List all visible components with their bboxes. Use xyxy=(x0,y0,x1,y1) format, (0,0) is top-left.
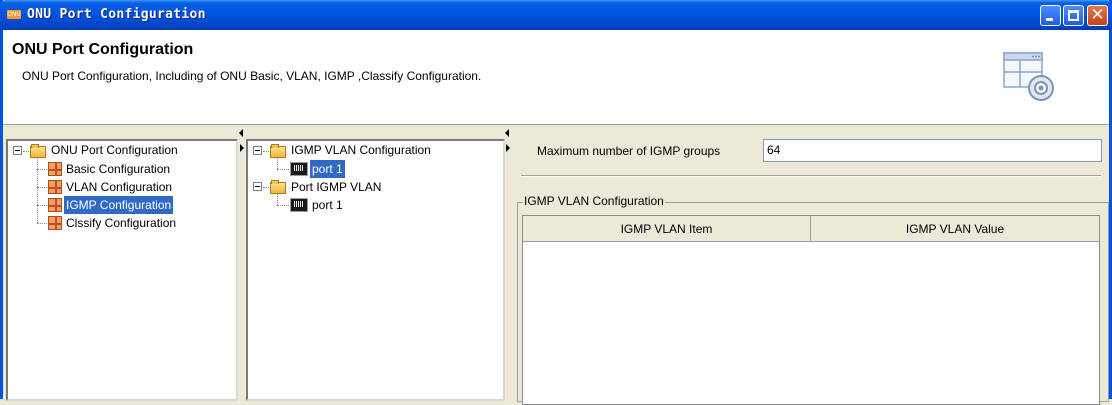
content-area: ONU Port Configuration Basic Configurati… xyxy=(3,127,1109,405)
tree-item-label: port 1 xyxy=(310,160,345,178)
igmp-vlan-table[interactable]: IGMP VLAN Item IGMP VLAN Value xyxy=(522,215,1100,405)
tree-connector xyxy=(277,205,289,206)
igmp-vlan-group-title: IGMP VLAN Configuration xyxy=(523,194,665,208)
maximize-icon xyxy=(1068,10,1079,21)
tree-connector xyxy=(37,205,47,206)
close-button[interactable]: ✕ xyxy=(1087,5,1108,26)
collapse-toggle-icon[interactable] xyxy=(253,182,262,191)
column-header-igmp-vlan-value[interactable]: IGMP VLAN Value xyxy=(811,216,1099,242)
tree-connector xyxy=(263,187,269,188)
folder-open-icon xyxy=(270,180,286,194)
ethernet-port-icon xyxy=(290,162,308,176)
collapse-toggle-icon[interactable] xyxy=(13,146,22,155)
tree-group-label: Port IGMP VLAN xyxy=(291,180,382,194)
splitter-expand-right-icon[interactable] xyxy=(240,144,244,152)
tree-item-label: port 1 xyxy=(312,198,343,212)
tree-group-label: IGMP VLAN Configuration xyxy=(291,143,431,157)
port-tree[interactable]: IGMP VLAN Configuration port 1 Port IGMP… xyxy=(246,139,505,401)
page-title: ONU Port Configuration xyxy=(12,41,194,58)
minimize-button[interactable] xyxy=(1040,5,1061,26)
maximize-button[interactable] xyxy=(1063,5,1084,26)
tree-connector xyxy=(277,157,278,169)
tree-item-label: Basic Configuration xyxy=(66,162,171,176)
column-header-igmp-vlan-item[interactable]: IGMP VLAN Item xyxy=(523,216,811,242)
tree-item-label: IGMP Configuration xyxy=(64,196,174,214)
tree-connector xyxy=(37,157,38,223)
page-header: ONU Port Configuration ONU Port Configur… xyxy=(3,30,1109,125)
config-item-icon xyxy=(48,216,62,230)
tree-connector xyxy=(277,169,289,170)
tree-root-label: ONU Port Configuration xyxy=(51,143,178,157)
config-item-icon xyxy=(48,198,62,212)
close-icon: ✕ xyxy=(1090,5,1105,25)
max-igmp-groups-input[interactable]: 64 xyxy=(763,139,1102,162)
tree-connector xyxy=(37,187,47,188)
config-item-icon xyxy=(48,162,62,176)
folder-open-icon xyxy=(270,144,286,158)
navigation-tree[interactable]: ONU Port Configuration Basic Configurati… xyxy=(6,139,238,401)
collapse-toggle-icon[interactable] xyxy=(253,146,262,155)
tree-item-label: Clssify Configuration xyxy=(66,216,177,230)
splitter-collapse-left-icon[interactable] xyxy=(505,129,509,137)
tree-connector xyxy=(37,169,47,170)
max-igmp-groups-label: Maximum number of IGMP groups xyxy=(537,144,721,158)
window-titlebar[interactable]: ONU ONU Port Configuration ✕ xyxy=(0,0,1112,30)
tree-item-label: VLAN Configuration xyxy=(66,180,173,194)
splitter-collapse-left-icon[interactable] xyxy=(239,129,243,137)
folder-open-icon xyxy=(30,144,46,158)
splitter-expand-right-icon[interactable] xyxy=(506,144,510,152)
separator xyxy=(521,175,1101,177)
tree-connector xyxy=(263,151,269,152)
igmp-config-panel: Maximum number of IGMP groups 64 IGMP VL… xyxy=(513,127,1109,405)
config-item-icon xyxy=(48,180,62,194)
app-icon: ONU xyxy=(7,10,21,19)
ethernet-port-icon xyxy=(290,198,308,212)
tree-connector xyxy=(37,223,47,224)
tree-connector xyxy=(23,151,29,152)
configuration-logo-icon xyxy=(1003,52,1054,101)
tree-connector xyxy=(277,193,278,205)
page-description: ONU Port Configuration, Including of ONU… xyxy=(22,69,482,83)
window-title: ONU Port Configuration xyxy=(27,7,206,22)
minimize-icon xyxy=(1046,18,1053,21)
